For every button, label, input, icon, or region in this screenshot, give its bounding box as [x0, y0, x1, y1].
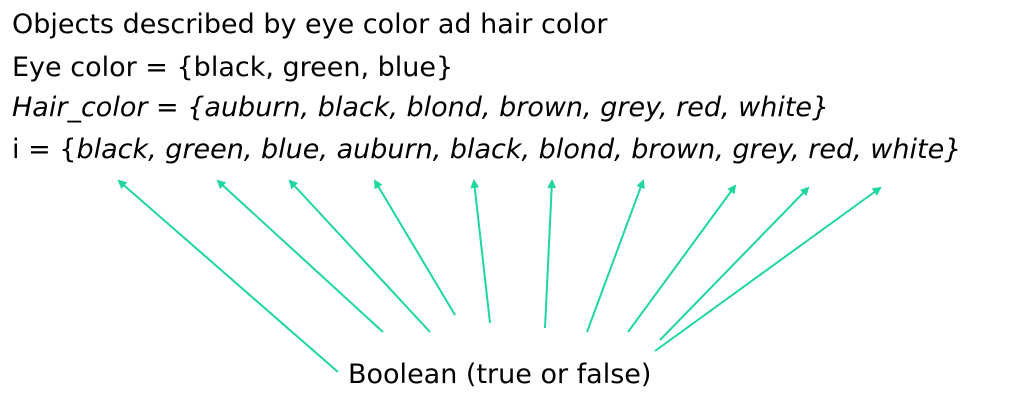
arrows-diagram: [117, 179, 882, 373]
arrow-to-brown: [586, 179, 645, 333]
arrow-to-green: [216, 179, 384, 333]
arrow-to-red: [659, 186, 810, 341]
arrow-to-white: [654, 186, 882, 352]
boolean-label: Boolean (true or false): [348, 359, 652, 390]
arrow-to-blond: [544, 179, 557, 329]
arrow-to-black-hair: [470, 179, 491, 324]
arrow-to-auburn: [373, 179, 456, 316]
arrow-to-black-eye: [117, 179, 339, 373]
arrow-to-blue: [288, 179, 431, 333]
arrow-to-grey: [627, 184, 737, 333]
